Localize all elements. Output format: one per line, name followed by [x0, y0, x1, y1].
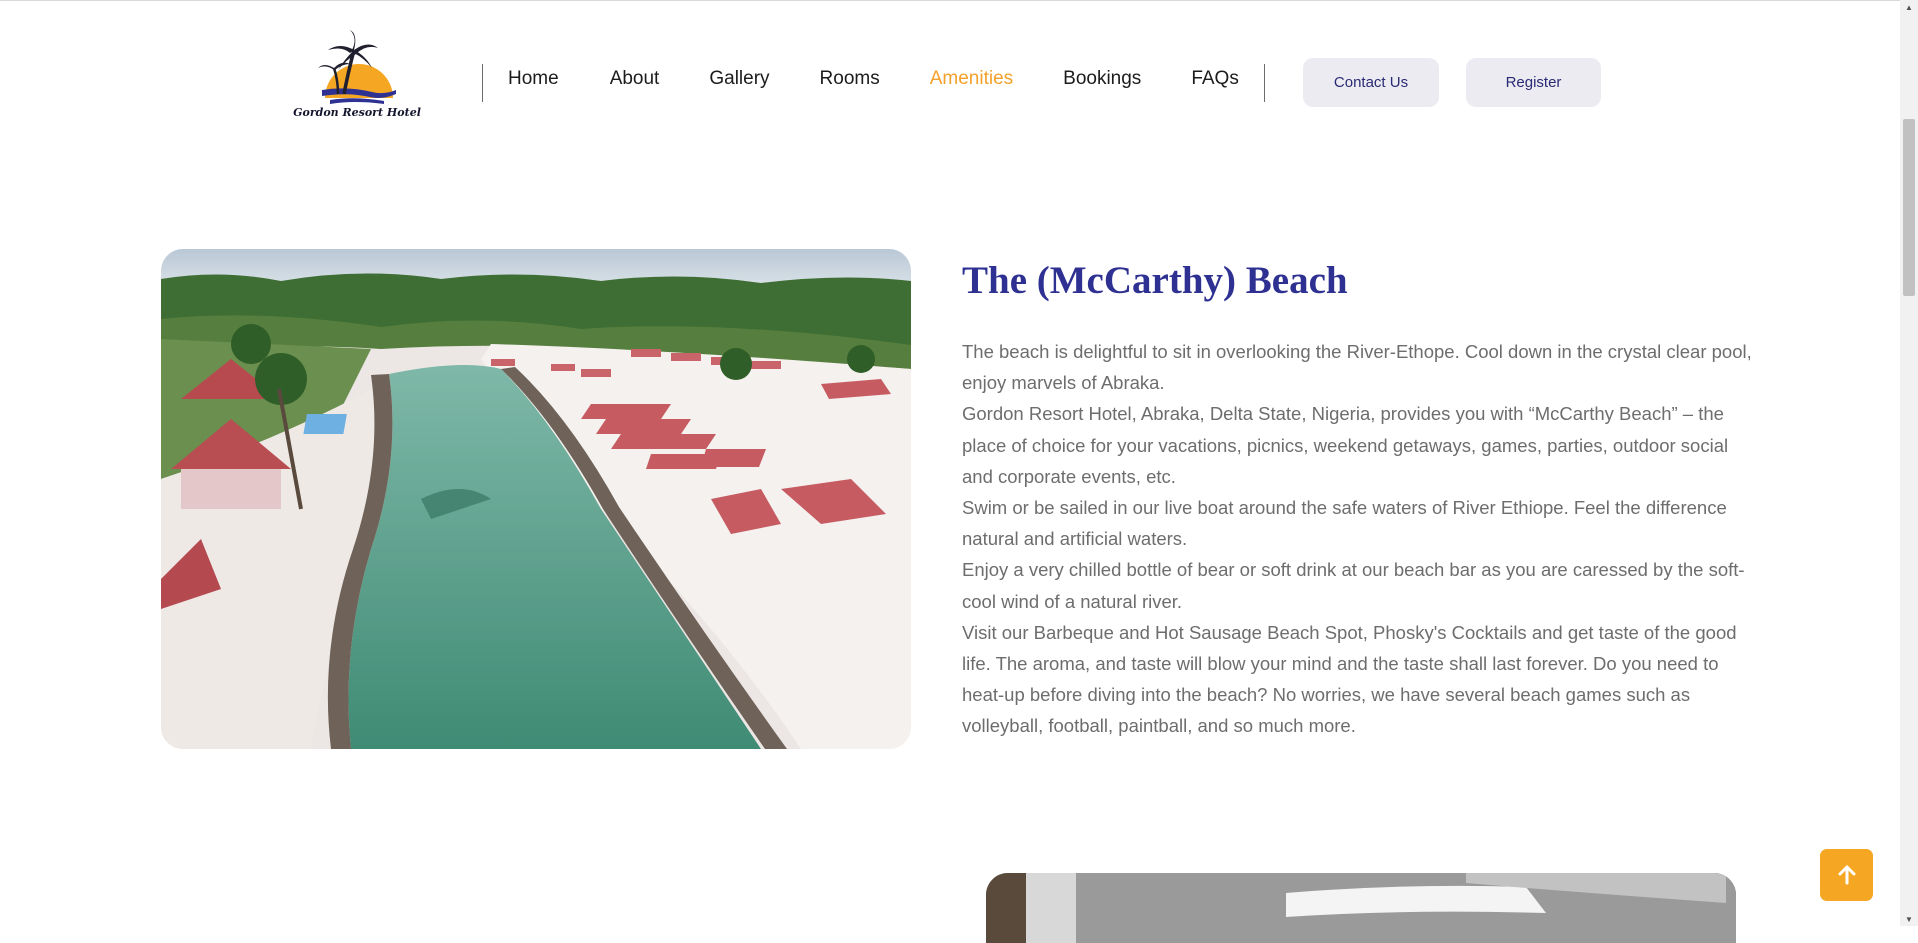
- beach-photo: [161, 249, 911, 749]
- paragraph-4: Enjoy a very chilled bottle of bear or s…: [962, 559, 1745, 612]
- nav-gallery[interactable]: Gallery: [709, 68, 769, 90]
- nav-amenities[interactable]: Amenities: [930, 68, 1013, 90]
- nav-rooms[interactable]: Rooms: [820, 68, 880, 90]
- scroll-top-button[interactable]: [1820, 849, 1873, 901]
- paragraph-5: Visit our Barbeque and Hot Sausage Beach…: [962, 621, 1737, 737]
- main-nav: Home About Gallery Rooms Amenities Booki…: [508, 68, 1239, 90]
- scrollbar-thumb[interactable]: [1903, 119, 1915, 296]
- logo-text: Gordon Resort Hotel: [293, 106, 421, 119]
- scroll-up-arrow-icon[interactable]: ▲: [1900, 0, 1918, 14]
- nav-divider-left: [482, 64, 483, 102]
- nav-bookings[interactable]: Bookings: [1063, 68, 1141, 90]
- scroll-down-arrow-icon[interactable]: ▼: [1900, 912, 1918, 926]
- palm-sunset-icon: [318, 30, 396, 104]
- paragraph-2: Gordon Resort Hotel, Abraka, Delta State…: [962, 403, 1729, 487]
- logo[interactable]: Gordon Resort Hotel: [292, 28, 422, 122]
- interior-photo: [986, 873, 1736, 943]
- beach-image: [161, 249, 911, 749]
- section-description: The beach is delightful to sit in overlo…: [962, 336, 1762, 742]
- contact-us-button[interactable]: Contact Us: [1303, 58, 1439, 107]
- second-section-image: [986, 873, 1736, 943]
- nav-divider-right: [1264, 64, 1265, 102]
- top-border: [0, 0, 1918, 1]
- nav-home[interactable]: Home: [508, 68, 559, 90]
- nav-about[interactable]: About: [610, 68, 660, 90]
- nav-faqs[interactable]: FAQs: [1191, 68, 1239, 90]
- section-title: The (McCarthy) Beach: [962, 259, 1348, 302]
- paragraph-1: The beach is delightful to sit in overlo…: [962, 341, 1752, 394]
- register-button[interactable]: Register: [1466, 58, 1601, 107]
- paragraph-3: Swim or be sailed in our live boat aroun…: [962, 497, 1727, 550]
- arrow-up-icon: [1838, 865, 1855, 885]
